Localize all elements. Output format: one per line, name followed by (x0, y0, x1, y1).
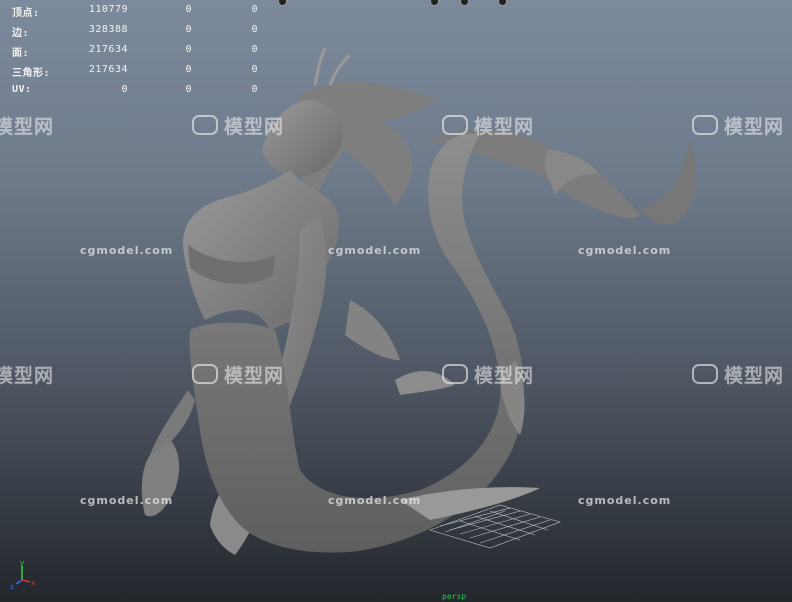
watermark-logo: 模型网 (0, 116, 55, 138)
axis-label-y: y (20, 560, 24, 567)
axis-label-x: x (31, 579, 35, 587)
watermark-url: cgmodel.com (328, 494, 422, 507)
axis-label-z: z (10, 583, 14, 590)
toolbar-button[interactable] (278, 0, 287, 6)
logo-icon (442, 364, 468, 384)
antenna-2 (328, 53, 352, 86)
watermark-logo: 模型网 (0, 365, 55, 387)
hud-row-faces: 面: 217634 0 0 (12, 44, 258, 59)
watermark-logo: 模型网 (692, 361, 784, 388)
watermark-url: cgmodel.com (80, 244, 174, 257)
axis-gizmo: y x z (10, 560, 35, 590)
logo-icon (442, 115, 468, 135)
toolbar-button[interactable] (498, 0, 507, 6)
watermark-url: cgmodel.com (80, 494, 174, 507)
watermark-logo: 模型网 (692, 112, 784, 139)
logo-icon (692, 364, 718, 384)
watermark-logo: 模型网 (442, 361, 534, 388)
hud-row-uvs: UV: 0 0 0 (12, 84, 258, 95)
poly-count-hud: 顶点: 110779 0 0 边: 328388 0 0 面: 217634 0… (0, 0, 270, 100)
toolbar-button[interactable] (430, 0, 439, 6)
watermark-url: cgmodel.com (578, 244, 672, 257)
antenna (313, 47, 327, 86)
viewport-toolbar (270, 0, 792, 6)
watermark-logo: 模型网 (192, 112, 284, 139)
hud-row-vertices: 顶点: 110779 0 0 (12, 4, 258, 19)
fin-wisp-far-right (640, 140, 697, 225)
logo-icon (692, 115, 718, 135)
watermark-logo: 模型网 (442, 112, 534, 139)
watermark-logo: 模型网 (192, 361, 284, 388)
toolbar-button[interactable] (460, 0, 469, 6)
hud-row-triangles: 三角形: 217634 0 0 (12, 64, 258, 79)
watermark-url: cgmodel.com (328, 244, 422, 257)
logo-icon (192, 364, 218, 384)
side-fin-1 (345, 300, 400, 360)
hud-row-edges: 边: 328388 0 0 (12, 24, 258, 39)
camera-label: persp (442, 592, 467, 601)
watermark-url: cgmodel.com (578, 494, 672, 507)
logo-icon (192, 115, 218, 135)
